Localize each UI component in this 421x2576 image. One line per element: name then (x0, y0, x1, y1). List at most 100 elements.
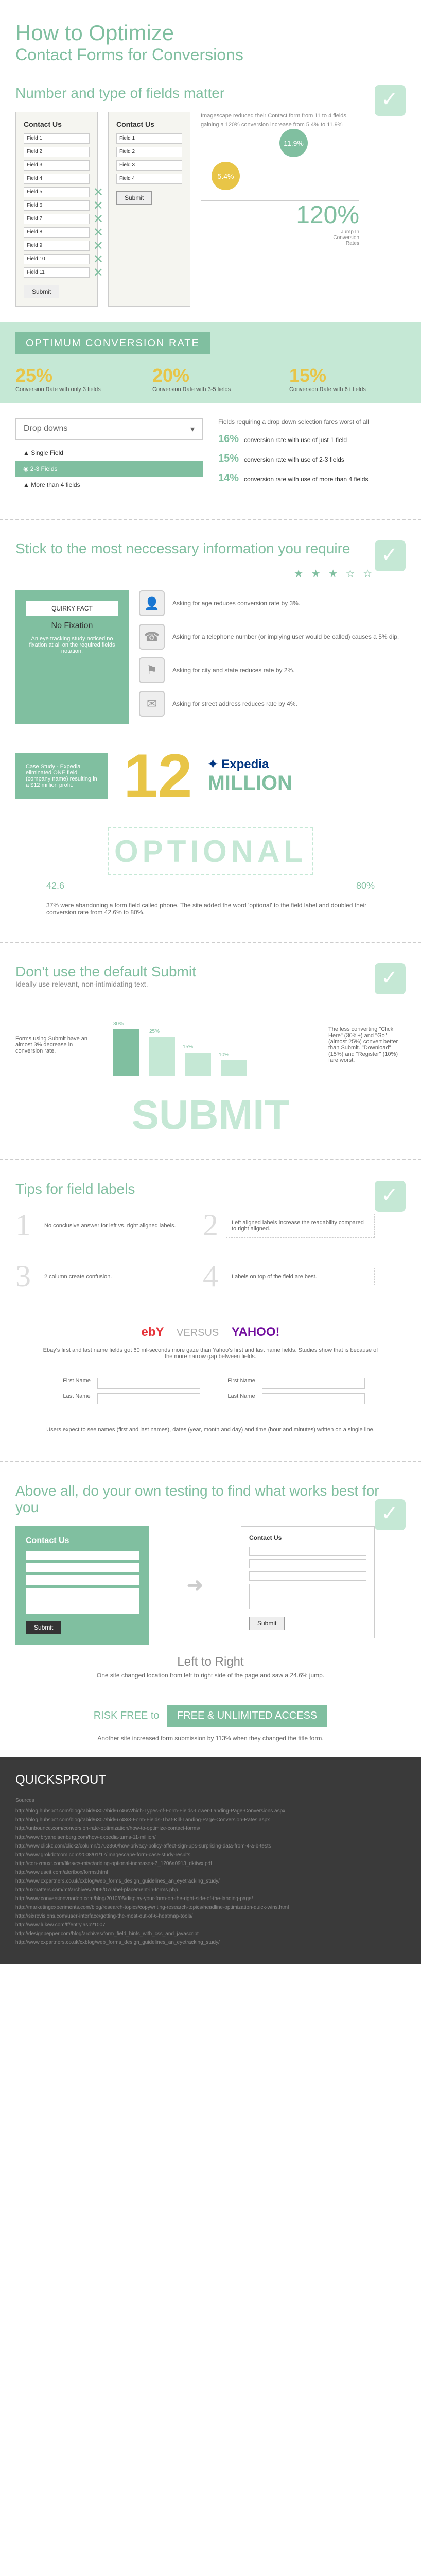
field: Field 1 (116, 133, 182, 144)
tips-section: Tips for field labels 1No conclusive ans… (0, 1171, 421, 1315)
field[interactable] (249, 1571, 366, 1581)
field-label: First Name (56, 1378, 97, 1389)
source-link[interactable]: http://www.cxpartners.co.uk/cxblog/web_f… (15, 1878, 406, 1884)
tip-item: 2Left aligned labels increase the readab… (203, 1208, 375, 1243)
field: Field 1 (24, 133, 90, 144)
tip-number: 1 (15, 1208, 31, 1243)
source-link[interactable]: http://cdn-zmuxt.com/files/cs-misc/addin… (15, 1861, 406, 1867)
versus-desc2: Users expect to see names (first and las… (41, 1427, 380, 1433)
divider (0, 519, 421, 520)
above-title: Above all, do your own testing to find w… (15, 1483, 406, 1526)
text-input[interactable] (262, 1378, 365, 1389)
text-input[interactable] (97, 1393, 200, 1404)
opt-label: Conversion Rate with only 3 fields (15, 386, 132, 393)
big-number: 12 (124, 741, 192, 810)
optional-desc: 37% were abandoning a form field called … (15, 896, 406, 921)
dropdown-option-active[interactable]: ◉ 2-3 Fields (15, 461, 203, 477)
textarea[interactable] (26, 1588, 139, 1614)
bar (113, 1029, 139, 1076)
field: Field 4 (116, 174, 182, 184)
bar (185, 1053, 211, 1076)
sources-label: Sources (15, 1798, 406, 1803)
submit-big-word: SUBMIT (15, 1091, 406, 1139)
big-percent-label: Jump In Conversion Rates (201, 229, 359, 246)
field[interactable] (26, 1575, 139, 1585)
field-removed: Field 7 (24, 214, 90, 224)
tip-item: 32 column create confusion. (15, 1259, 187, 1294)
submit-button[interactable]: Submit (116, 191, 152, 205)
stick-section: Stick to the most neccessary information… (0, 530, 421, 735)
text-input[interactable] (262, 1393, 365, 1404)
short-form: Contact Us Field 1 Field 2 Field 3 Field… (108, 112, 190, 307)
source-link[interactable]: http://www.conversionvoodoo.com/blog/201… (15, 1896, 406, 1902)
title-line1: How to Optimize (15, 21, 406, 45)
above-section: Above all, do your own testing to find w… (0, 1472, 421, 1689)
dropdown-option[interactable]: ▲ Single Field (15, 445, 203, 461)
expedia-section: Case Study - Expedia eliminated ONE fiel… (0, 735, 421, 817)
dropdown-header[interactable]: Drop downs▾ (15, 418, 203, 440)
field-removed: Field 9 (24, 241, 90, 251)
submit-bar-chart: 30% 25% 15% 10% (108, 998, 313, 1091)
big-percent: 120% (201, 201, 359, 229)
field-removed: Field 5 (24, 187, 90, 197)
field: Field 4 (24, 174, 90, 184)
info-row: ⚑Asking for city and state reduces rate … (139, 657, 406, 683)
submit-button[interactable]: Submit (24, 285, 59, 298)
page-header: How to Optimize Contact Forms for Conver… (0, 0, 421, 75)
submit-button[interactable]: Submit (249, 1617, 285, 1630)
source-link[interactable]: http://designpepper.com/blog/archives/fo… (15, 1931, 406, 1937)
field: Field 3 (116, 160, 182, 171)
title-line2: Contact Forms for Conversions (15, 45, 406, 64)
rf-box: FREE & UNLIMITED ACCESS (167, 1705, 327, 1727)
optional-section: OPTIONAL 42.6 80% 37% were abandoning a … (0, 817, 421, 931)
source-link[interactable]: http://blog.hubspot.com/blog/tabid/6307/… (15, 1817, 406, 1823)
form-title: Contact Us (24, 120, 90, 128)
submit-right-text: The less converting "Click Here" (30%+) … (328, 1026, 406, 1063)
info-row: 👤Asking for age reduces conversion rate … (139, 590, 406, 616)
check-icon (375, 963, 406, 994)
field[interactable] (249, 1559, 366, 1568)
field[interactable] (249, 1547, 366, 1556)
divider (0, 1159, 421, 1160)
submit-left-text: Forms using Submit have an almost 3% dec… (15, 1036, 93, 1054)
optimum-title: OPTIMUM CONVERSION RATE (15, 332, 210, 354)
source-link[interactable]: http://www.bryaneisenberg.com/how-expedi… (15, 1835, 406, 1840)
form-title: Contact Us (26, 1536, 139, 1546)
textarea[interactable] (249, 1584, 366, 1609)
source-link[interactable]: http://www.cxpartners.co.uk/cxblog/web_f… (15, 1940, 406, 1945)
field-removed: Field 10 (24, 254, 90, 264)
source-link[interactable]: http://uxmatters.com/mt/archives/2006/07… (15, 1887, 406, 1893)
quirky-fact-box: QUIRKY FACT No Fixation An eye tracking … (15, 590, 129, 724)
submit-button[interactable]: Submit (26, 1621, 61, 1634)
tip-item: 1No conclusive answer for left vs. right… (15, 1208, 187, 1243)
field: Field 2 (24, 147, 90, 157)
line-chart: 5.4% 11.9% (201, 139, 359, 201)
check-icon (375, 1499, 406, 1530)
rf-label: RISK FREE to (94, 1710, 160, 1722)
dropdown-option[interactable]: ▲ More than 4 fields (15, 477, 203, 493)
source-link[interactable]: http://www.useit.com/alertbox/forms.html (15, 1870, 406, 1875)
text-input[interactable] (97, 1378, 200, 1389)
opt-col: 25% Conversion Rate with only 3 fields (15, 365, 132, 393)
field[interactable] (26, 1551, 139, 1560)
source-link[interactable]: http://marketingexperiments.com/blog/res… (15, 1905, 406, 1910)
source-link[interactable]: http://www.lukew.com/ff/entry.asp?1007 (15, 1922, 406, 1928)
ebay-logo: ebY (142, 1325, 164, 1340)
source-link[interactable]: http://sixrevisions.com/user-interface/g… (15, 1913, 406, 1919)
tips-title: Tips for field labels (15, 1181, 406, 1197)
source-link[interactable]: http://www.grokdotcom.com/2008/01/17/ima… (15, 1852, 406, 1858)
check-icon (375, 1181, 406, 1212)
opt-col: 15% Conversion Rate with 6+ fields (289, 365, 406, 393)
opt-pct: 15% (289, 365, 406, 386)
form-compare-left: First Name Last Name (56, 1378, 200, 1409)
source-link[interactable]: http://www.clickz.com/clickz/column/1702… (15, 1843, 406, 1849)
source-link[interactable]: http://blog.hubspot.com/blog/tabid/6307/… (15, 1808, 406, 1814)
optional-right: 80% (356, 880, 375, 891)
dropdown-intro: Fields requiring a drop down selection f… (218, 418, 406, 426)
field[interactable] (26, 1563, 139, 1572)
contact-form-white: Contact Us Submit (241, 1526, 375, 1638)
source-link[interactable]: http://unbounce.com/conversion-rate-opti… (15, 1826, 406, 1832)
form-title: Contact Us (249, 1534, 366, 1541)
info-row: ✉Asking for street address reduces rate … (139, 691, 406, 717)
person-icon: 👤 (139, 590, 165, 616)
